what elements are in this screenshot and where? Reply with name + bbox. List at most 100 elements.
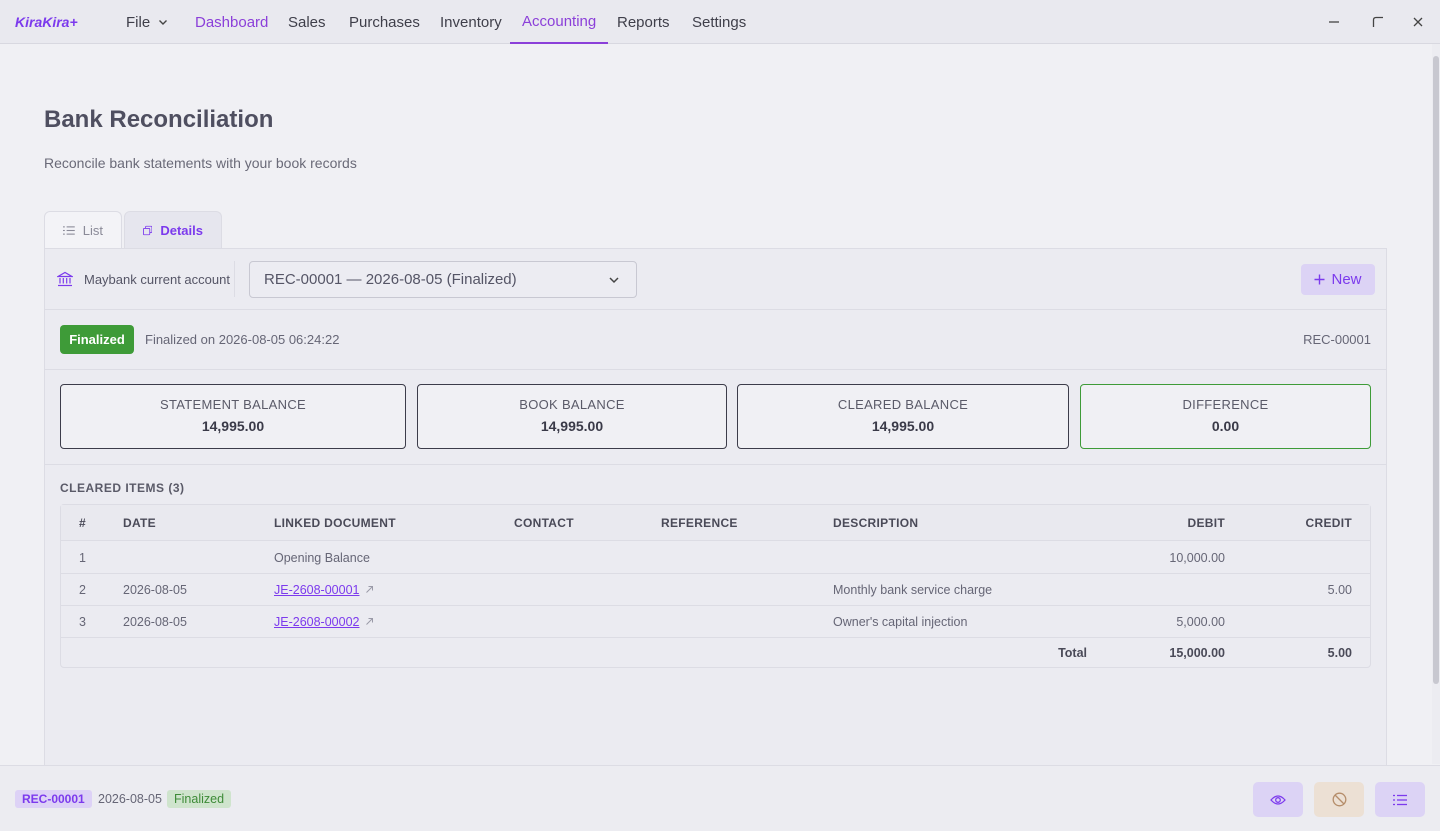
row-description: Owner's capital injection bbox=[833, 614, 968, 629]
row-num: 3 bbox=[79, 614, 86, 629]
linked-document-link[interactable]: JE-2608-00002 bbox=[274, 615, 359, 629]
menu-sales[interactable]: Sales bbox=[288, 0, 326, 44]
list-icon bbox=[1393, 794, 1407, 805]
difference-card: DIFFERENCE 0.00 bbox=[1080, 384, 1371, 449]
row-date: 2026-08-05 bbox=[123, 614, 187, 629]
row-num: 2 bbox=[79, 582, 86, 597]
table-total-row: Total 15,000.00 5.00 bbox=[61, 638, 1370, 668]
minimize-icon bbox=[1329, 21, 1339, 23]
row-linked-document: JE-2608-00001 bbox=[274, 574, 374, 605]
chevron-down-icon bbox=[609, 277, 619, 284]
section-divider bbox=[45, 464, 1386, 465]
top-bar: KiraKira+ File Dashboard Sales Purchases… bbox=[0, 0, 1440, 44]
row-debit: 10,000.00 bbox=[1169, 550, 1225, 565]
book-balance-card: BOOK BALANCE 14,995.00 bbox=[417, 384, 727, 449]
cleared-balance-label: CLEARED BALANCE bbox=[837, 397, 969, 412]
reconciliation-select-value: REC-00001 — 2026-08-05 (Finalized) bbox=[264, 271, 517, 288]
reconciliation-select[interactable]: REC-00001 — 2026-08-05 (Finalized) bbox=[249, 261, 637, 298]
row-debit: 5,000.00 bbox=[1176, 614, 1225, 629]
row-linked-document: Opening Balance bbox=[274, 550, 370, 565]
statement-balance-card: STATEMENT BALANCE 14,995.00 bbox=[60, 384, 406, 449]
close-button[interactable] bbox=[1408, 12, 1428, 32]
page-subtitle: Reconcile bank statements with your book… bbox=[44, 155, 357, 171]
page-title: Bank Reconciliation bbox=[44, 106, 274, 133]
cleared-items-table: # DATE LINKED DOCUMENT CONTACT REFERENCE… bbox=[60, 504, 1371, 668]
footer-status-badge: Finalized bbox=[167, 790, 232, 808]
reconciliation-toolbar: Maybank current account REC-00001 — 2026… bbox=[45, 249, 1386, 310]
menu-dashboard[interactable]: Dashboard bbox=[195, 0, 268, 44]
view-button[interactable] bbox=[1253, 782, 1303, 817]
cancel-reconciliation-button[interactable] bbox=[1314, 782, 1364, 817]
status-badge: Finalized bbox=[60, 325, 134, 354]
footer-bar: REC-00001 2026-08-05 Finalized bbox=[0, 765, 1440, 831]
col-date: DATE bbox=[123, 515, 156, 530]
tab-details-label: Details bbox=[160, 223, 203, 238]
cleared-balance-value: 14,995.00 bbox=[871, 418, 935, 434]
footer-rec-id: REC-00001 bbox=[15, 790, 92, 808]
table-row: 3 2026-08-05 JE-2608-00002 Owner's capit… bbox=[61, 606, 1370, 638]
new-reconciliation-button[interactable]: New bbox=[1301, 264, 1375, 295]
table-header: # DATE LINKED DOCUMENT CONTACT REFERENCE… bbox=[61, 505, 1370, 541]
book-balance-label: BOOK BALANCE bbox=[519, 397, 625, 412]
bank-account-name: Maybank current account bbox=[84, 272, 230, 287]
external-link-icon[interactable] bbox=[365, 585, 374, 594]
bank-icon bbox=[57, 271, 73, 287]
col-reference: REFERENCE bbox=[661, 515, 738, 530]
col-description: DESCRIPTION bbox=[833, 515, 919, 530]
finalized-timestamp: Finalized on 2026-08-05 06:24:22 bbox=[145, 332, 340, 347]
menu-reports[interactable]: Reports bbox=[617, 0, 670, 44]
minimize-button[interactable] bbox=[1324, 12, 1344, 32]
statement-balance-value: 14,995.00 bbox=[201, 418, 265, 434]
linked-document-link[interactable]: JE-2608-00001 bbox=[274, 583, 359, 597]
book-balance-value: 14,995.00 bbox=[540, 418, 604, 434]
restore-button[interactable] bbox=[1368, 12, 1388, 32]
total-label: Total bbox=[1058, 646, 1087, 660]
menu-inventory[interactable]: Inventory bbox=[440, 0, 502, 44]
tab-list-label: List bbox=[82, 223, 103, 238]
chevron-down-icon bbox=[159, 20, 168, 25]
ban-icon bbox=[1332, 792, 1346, 807]
total-debit: 15,000.00 bbox=[1169, 646, 1225, 660]
footer-date: 2026-08-05 bbox=[98, 792, 162, 806]
tab-details[interactable]: Details bbox=[124, 211, 222, 249]
cleared-balance-card: CLEARED BALANCE 14,995.00 bbox=[737, 384, 1069, 449]
difference-label: DIFFERENCE bbox=[1182, 397, 1269, 412]
plus-icon bbox=[1314, 274, 1325, 285]
list-view-button[interactable] bbox=[1375, 782, 1425, 817]
toolbar-divider bbox=[234, 261, 235, 297]
restore-icon bbox=[1372, 16, 1383, 27]
menu-accounting[interactable]: Accounting bbox=[510, 0, 609, 44]
row-debit bbox=[1125, 574, 1225, 605]
statement-balance-label: STATEMENT BALANCE bbox=[160, 397, 306, 412]
scrollbar-thumb[interactable] bbox=[1433, 56, 1439, 684]
row-num: 1 bbox=[79, 550, 86, 565]
col-contact: CONTACT bbox=[514, 515, 574, 530]
row-credit bbox=[1251, 542, 1352, 573]
file-menu[interactable]: File bbox=[126, 0, 168, 44]
table-row: 2 2026-08-05 JE-2608-00001 Monthly bank … bbox=[61, 574, 1370, 606]
details-panel: Maybank current account REC-00001 — 2026… bbox=[44, 248, 1387, 768]
tab-list[interactable]: List bbox=[44, 211, 122, 249]
row-date: 2026-08-05 bbox=[123, 582, 187, 597]
cleared-items-title: CLEARED ITEMS (3) bbox=[60, 481, 185, 495]
difference-value: 0.00 bbox=[1211, 418, 1240, 434]
row-description: Monthly bank service charge bbox=[833, 582, 993, 597]
menu-purchases[interactable]: Purchases bbox=[349, 0, 420, 44]
total-credit: 5.00 bbox=[1327, 646, 1352, 660]
row-credit: 5.00 bbox=[1327, 582, 1352, 597]
col-credit: CREDIT bbox=[1305, 515, 1352, 530]
col-linked-document: LINKED DOCUMENT bbox=[274, 515, 396, 530]
list-icon bbox=[63, 226, 75, 235]
file-menu-label: File bbox=[126, 13, 151, 31]
reconciliation-id: REC-00001 bbox=[1303, 332, 1371, 347]
app-logo: KiraKira+ bbox=[15, 14, 78, 30]
col-debit: DEBIT bbox=[1187, 515, 1225, 530]
details-icon bbox=[143, 225, 153, 236]
col-num: # bbox=[79, 515, 86, 530]
close-icon bbox=[1413, 17, 1423, 27]
external-link-icon[interactable] bbox=[365, 617, 374, 626]
row-credit bbox=[1251, 606, 1352, 637]
table-row: 1 Opening Balance 10,000.00 bbox=[61, 542, 1370, 574]
menu-settings[interactable]: Settings bbox=[692, 0, 746, 44]
new-button-label: New bbox=[1331, 271, 1362, 288]
